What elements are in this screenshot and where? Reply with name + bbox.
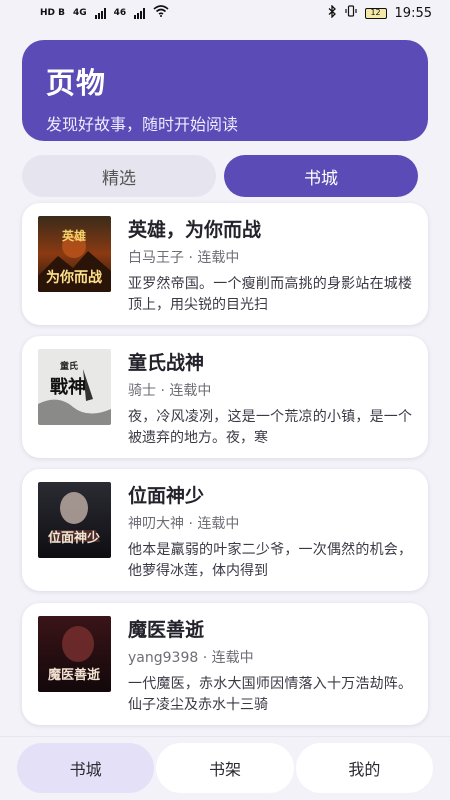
book-description: 夜，冷风凌冽，这是一个荒凉的小镇，是一个被遗弃的地方。夜，寒 xyxy=(128,409,412,446)
book-info: 童氏战神 骑士 · 连载中 夜，冷风凌冽，这是一个荒凉的小镇，是一个被遗弃的地方… xyxy=(128,348,412,458)
cover-title-text: 为你而战 xyxy=(46,269,102,286)
bluetooth-icon xyxy=(328,3,337,22)
book-card[interactable]: 童氏 戰神 童氏战神 骑士 · 连载中 夜，冷风凌冽，这是一个荒凉的小镇，是一个… xyxy=(22,336,428,458)
book-description: 他本是羸弱的叶家二少爷，一次偶然的机会，他萝得冰莲，体内得到 xyxy=(128,542,412,579)
book-cover: 位面神少 xyxy=(38,482,111,558)
status-bar: HD B 4G 46 12 19:55 xyxy=(0,0,450,26)
app-subtitle: 发现好故事，随时开始阅读 xyxy=(46,115,239,134)
cover-title-text: 位面神少 xyxy=(48,530,100,546)
tab-featured[interactable]: 精选 xyxy=(22,155,216,197)
book-title: 童氏战神 xyxy=(128,352,205,374)
book-cover: 英雄 为你而战 xyxy=(38,216,111,292)
bottom-navigation: 书城 书架 我的 xyxy=(0,736,450,800)
status-left: HD B 4G 46 xyxy=(40,5,169,21)
book-description: 一代魔医，赤水大国师因情落入十万浩劫阵。仙子凌尘及赤水十三骑 xyxy=(128,676,412,713)
nav-bookshelf[interactable]: 书架 xyxy=(156,743,294,793)
hd-indicator: HD B xyxy=(40,8,65,18)
network-type-1: 4G xyxy=(73,8,87,18)
book-info: 位面神少 神叨大神 · 连载中 他本是羸弱的叶家二少爷，一次偶然的机会，他萝得冰… xyxy=(128,481,412,591)
book-title: 位面神少 xyxy=(128,485,205,507)
book-card[interactable]: 英雄 为你而战 英雄，为你而战 白马王子 · 连载中 亚罗然帝国。一个瘦削而高挑… xyxy=(22,203,428,325)
book-card[interactable]: 魔医善逝 魔医善逝 yang9398 · 连载中 一代魔医，赤水大国师因情落入十… xyxy=(22,603,428,725)
tab-bookstore[interactable]: 书城 xyxy=(224,155,418,197)
app-title: 页物 xyxy=(46,66,107,100)
book-info: 英雄，为你而战 白马王子 · 连载中 亚罗然帝国。一个瘦削而高挑的身影站在城楼顶… xyxy=(128,215,412,325)
book-meta: 骑士 · 连载中 xyxy=(128,383,212,399)
wifi-icon xyxy=(153,5,169,21)
cover-top-text: 童氏 xyxy=(60,360,78,372)
network-type-2: 46 xyxy=(113,8,127,18)
category-tabs: 精选 书城 xyxy=(22,155,418,197)
book-card[interactable]: 位面神少 位面神少 神叨大神 · 连载中 他本是羸弱的叶家二少爷，一次偶然的机会… xyxy=(22,469,428,591)
clock: 19:55 xyxy=(394,5,432,21)
cover-top-text: 英雄 xyxy=(62,228,86,243)
book-meta: 神叨大神 · 连载中 xyxy=(128,516,240,532)
nav-profile[interactable]: 我的 xyxy=(295,743,433,793)
book-cover: 魔医善逝 xyxy=(38,616,111,692)
battery-icon: 12 xyxy=(364,7,387,19)
signal-icon-2 xyxy=(134,7,146,19)
book-info: 魔医善逝 yang9398 · 连载中 一代魔医，赤水大国师因情落入十万浩劫阵。… xyxy=(128,615,412,725)
book-title: 英雄，为你而战 xyxy=(128,219,262,241)
signal-icon xyxy=(94,7,106,19)
book-meta: yang9398 · 连载中 xyxy=(128,650,254,666)
book-title: 魔医善逝 xyxy=(128,619,205,641)
book-description: 亚罗然帝国。一个瘦削而高挑的身影站在城楼顶上，用尖锐的目光扫 xyxy=(128,276,412,313)
status-right: 12 19:55 xyxy=(328,3,432,22)
vibrate-icon xyxy=(344,5,357,21)
book-cover: 童氏 戰神 xyxy=(38,349,111,425)
cover-title-text: 戰神 xyxy=(50,376,86,398)
nav-bookstore[interactable]: 书城 xyxy=(17,743,155,793)
hero-banner: 页物 发现好故事，随时开始阅读 xyxy=(22,40,428,141)
book-meta: 白马王子 · 连载中 xyxy=(128,250,240,266)
cover-title-text: 魔医善逝 xyxy=(48,667,100,683)
